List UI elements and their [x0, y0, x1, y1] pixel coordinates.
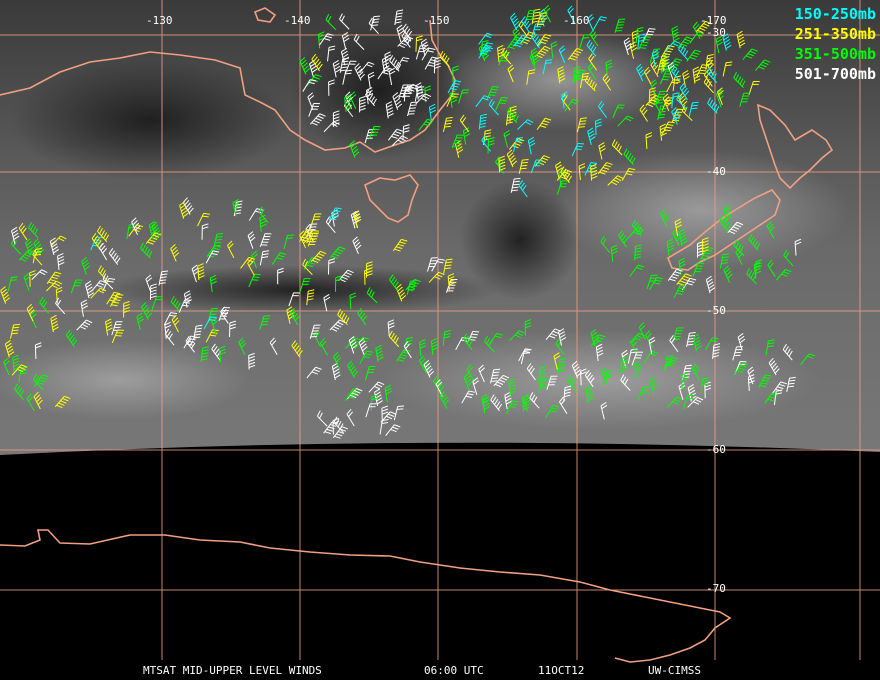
observation-time: 06:00 UTC: [424, 664, 484, 677]
observation-date: 11OCT12: [538, 664, 585, 677]
pressure-legend: 150-250mb 251-350mb 351-500mb 501-700mb: [795, 4, 876, 84]
legend-entry-351-500: 351-500mb: [794, 45, 876, 63]
longitude-label: -130: [146, 14, 173, 27]
image-caption: MTSAT MID-UPPER LEVEL WINDS 06:00 UTC 11…: [0, 664, 880, 678]
longitude-label: -140: [284, 14, 311, 27]
latitude-label: -30: [706, 26, 726, 39]
longitude-label: -160: [563, 14, 590, 27]
legend-entry-251-350: 251-350mb: [794, 25, 876, 43]
legend-entry-501-700: 501-700mb: [794, 65, 876, 83]
latitude-label: -50: [706, 304, 726, 317]
latitude-label: -70: [706, 582, 726, 595]
latitude-label: -60: [706, 443, 726, 456]
latitude-label: -40: [706, 165, 726, 178]
legend-entry-150-250: 150-250mb: [794, 5, 876, 23]
longitude-label: -150: [423, 14, 450, 27]
satellite-wind-map: [0, 0, 880, 680]
product-name: MTSAT MID-UPPER LEVEL WINDS: [143, 664, 322, 677]
data-source: UW-CIMSS: [648, 664, 701, 677]
